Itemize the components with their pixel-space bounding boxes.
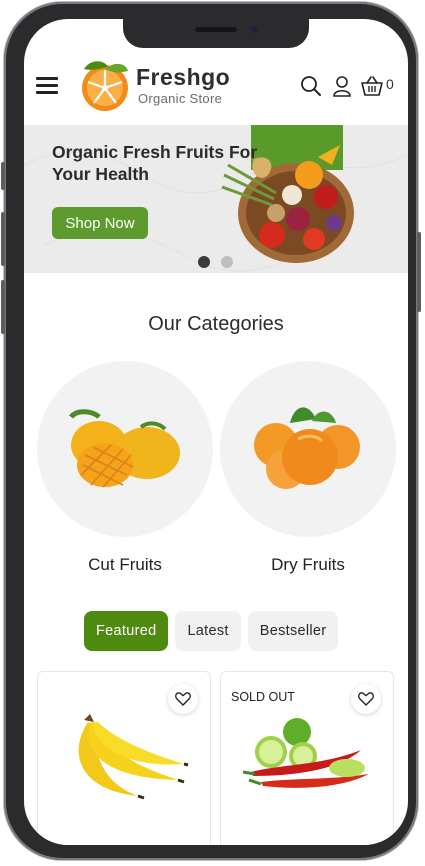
brand-tagline: Organic Store <box>138 91 223 106</box>
user-icon[interactable] <box>332 75 352 97</box>
brand-name: Freshgo <box>136 64 231 90</box>
mango-image <box>69 409 180 488</box>
product-tabs: Featured Latest Bestseller <box>84 611 339 651</box>
category-label-cut-fruits: Cut Fruits <box>88 555 162 574</box>
volume-down-button <box>1 280 5 334</box>
shop-now-button[interactable]: Shop Now <box>52 207 148 239</box>
freshgo-logo-icon <box>82 61 128 111</box>
volume-up-button <box>1 212 5 266</box>
category-card-dry-fruits[interactable]: Dry Fruits <box>220 361 396 575</box>
hero-slider-dots <box>198 253 239 268</box>
speaker <box>195 27 237 32</box>
menu-icon[interactable] <box>36 75 60 95</box>
category-image-dry-fruits <box>220 361 396 537</box>
tab-bestseller[interactable]: Bestseller <box>247 611 339 651</box>
search-icon[interactable] <box>300 75 322 97</box>
power-button <box>417 232 421 312</box>
slider-dot-1[interactable] <box>198 256 210 268</box>
slider-dot-2[interactable] <box>221 256 234 268</box>
tab-featured[interactable]: Featured <box>84 611 169 651</box>
product-card[interactable] <box>37 671 211 845</box>
categories-title: Our Categories <box>148 313 284 335</box>
cart-count-badge: 0 <box>386 76 394 92</box>
notch <box>123 19 309 48</box>
phone-frame: Freshgo Organic Store 0 Organic Fresh Fr… <box>1 2 421 860</box>
hero-banner: Organic Fresh Fruits For Your Health Sho… <box>24 125 408 273</box>
wishlist-heart-icon[interactable] <box>351 684 381 714</box>
app-header: Freshgo Organic Store 0 <box>24 49 408 127</box>
category-image-cut-fruits <box>37 361 213 537</box>
product-card[interactable]: SOLD OUT <box>220 671 394 845</box>
wishlist-heart-icon[interactable] <box>168 684 198 714</box>
front-camera <box>251 26 258 33</box>
category-card-cut-fruits[interactable]: Cut Fruits <box>37 361 213 575</box>
vegetable-basket-image <box>221 145 354 263</box>
tab-latest[interactable]: Latest <box>175 611 241 651</box>
mute-switch <box>1 162 5 190</box>
apricots-image <box>254 407 360 489</box>
category-label-dry-fruits: Dry Fruits <box>271 555 345 574</box>
app-screen: Freshgo Organic Store 0 Organic Fresh Fr… <box>24 19 408 845</box>
cart-icon[interactable] <box>360 75 384 97</box>
sold-out-badge: SOLD OUT <box>231 690 295 704</box>
